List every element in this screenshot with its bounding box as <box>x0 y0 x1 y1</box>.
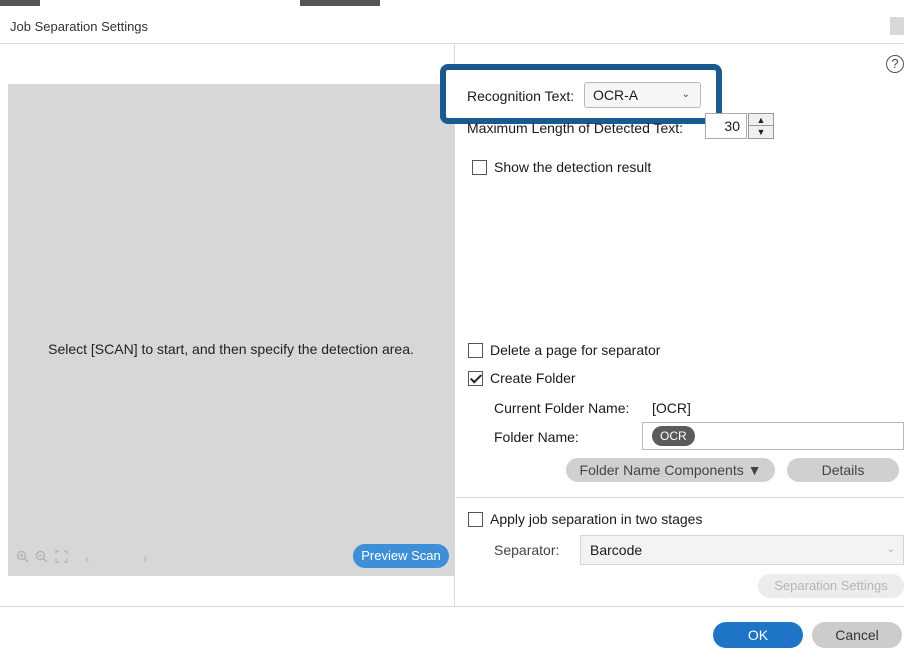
next-page-icon[interactable]: › <box>143 551 163 566</box>
recognition-text-label: Recognition Text: <box>467 88 575 104</box>
recognition-text-select[interactable]: OCR-A ⌄ <box>584 82 701 108</box>
folder-name-label: Folder Name: <box>494 429 579 445</box>
window-control-button[interactable] <box>890 17 904 35</box>
preview-pane: Select [SCAN] to start, and then specify… <box>0 44 455 606</box>
delete-page-checkbox[interactable]: Delete a page for separator <box>468 342 660 358</box>
two-stages-label: Apply job separation in two stages <box>490 511 703 527</box>
separator-value: Barcode <box>590 542 643 558</box>
ok-button[interactable]: OK <box>713 622 803 648</box>
current-folder-value: [OCR] <box>652 400 691 416</box>
cancel-button[interactable]: Cancel <box>812 622 902 648</box>
arrow-down-icon[interactable]: ▼ <box>749 126 773 138</box>
cropped-edge <box>300 0 380 6</box>
chevron-down-icon: ⌄ <box>681 89 690 100</box>
checkbox-box[interactable] <box>468 511 483 527</box>
preview-message: Select [SCAN] to start, and then specify… <box>48 341 414 357</box>
show-detection-label: Show the detection result <box>494 159 652 175</box>
separator-label: Separator: <box>494 542 560 558</box>
max-length-input[interactable]: 30 <box>705 113 747 139</box>
checkbox-box[interactable] <box>472 159 487 175</box>
max-length-label: Maximum Length of Detected Text: <box>467 120 684 136</box>
two-stages-checkbox[interactable]: Apply job separation in two stages <box>468 511 702 527</box>
cropped-edge <box>0 0 40 6</box>
recognition-text-value: OCR-A <box>593 87 639 103</box>
max-length-stepper[interactable]: ▲ ▼ <box>748 113 774 139</box>
folder-name-chip[interactable]: OCR <box>652 426 695 446</box>
section-divider <box>456 497 904 498</box>
fit-icon[interactable] <box>55 550 85 566</box>
chevron-down-icon: ⌄ <box>886 544 895 555</box>
show-detection-checkbox[interactable]: Show the detection result <box>472 159 651 175</box>
arrow-up-icon[interactable]: ▲ <box>749 114 773 126</box>
separation-settings-button[interactable]: Separation Settings <box>758 574 904 598</box>
create-folder-checkbox[interactable]: Create Folder <box>468 370 576 386</box>
preview-area[interactable]: Select [SCAN] to start, and then specify… <box>8 84 454 576</box>
preview-toolbar: ‹ › <box>16 548 163 568</box>
help-icon[interactable]: ? <box>886 55 904 73</box>
preview-scan-button[interactable]: Preview Scan <box>353 544 449 568</box>
folder-name-components-button[interactable]: Folder Name Components ▼ <box>566 458 775 482</box>
title-bar: Job Separation Settings <box>0 0 904 44</box>
create-folder-label: Create Folder <box>490 370 576 386</box>
checkbox-box[interactable] <box>468 342 483 358</box>
delete-page-label: Delete a page for separator <box>490 342 661 358</box>
folder-name-input[interactable]: OCR <box>642 422 904 450</box>
prev-page-icon[interactable]: ‹ <box>85 551 143 566</box>
window-title: Job Separation Settings <box>10 19 149 34</box>
details-button[interactable]: Details <box>787 458 899 482</box>
zoom-out-icon[interactable] <box>35 550 55 566</box>
separator-select[interactable]: Barcode ⌄ <box>580 535 904 565</box>
zoom-in-icon[interactable] <box>16 550 32 566</box>
checkbox-box[interactable] <box>468 370 483 386</box>
current-folder-label: Current Folder Name: <box>494 400 630 416</box>
